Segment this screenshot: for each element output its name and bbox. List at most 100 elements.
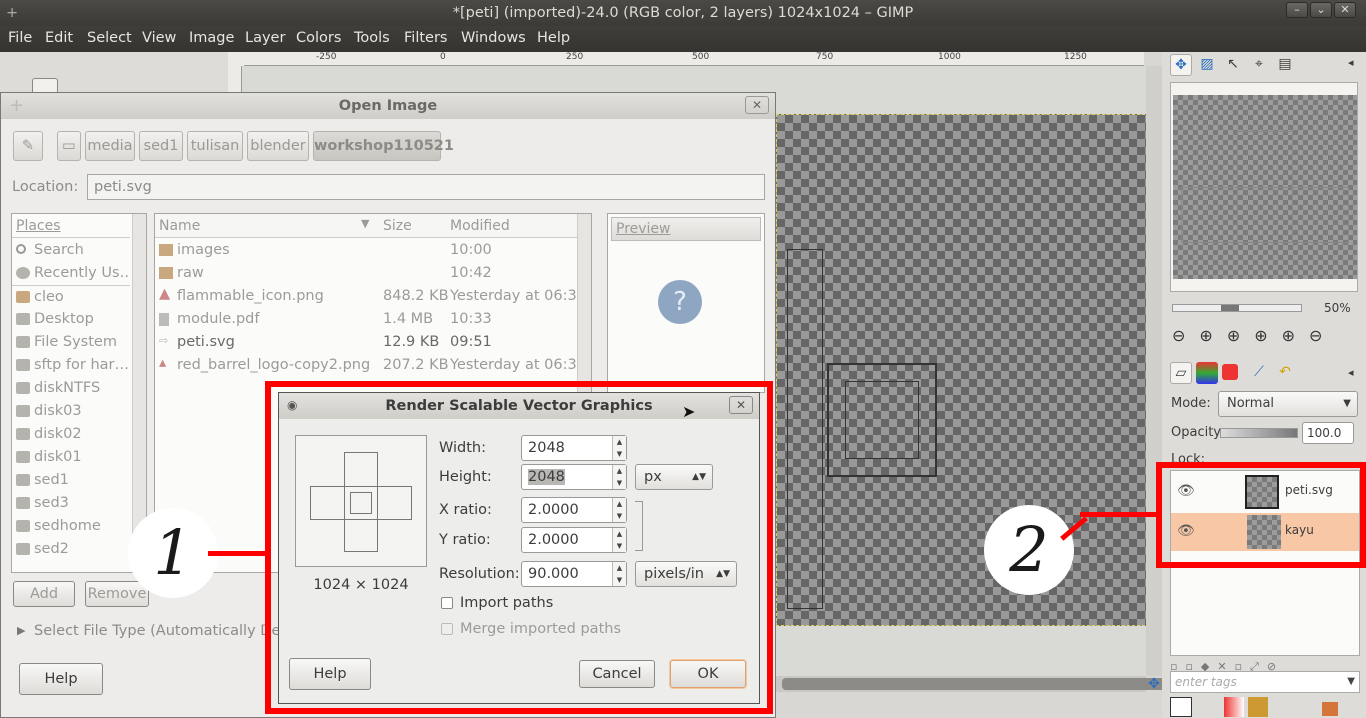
menu-image[interactable]: Image: [189, 30, 234, 46]
menu-windows[interactable]: Windows: [461, 30, 526, 46]
dock-menu-icon[interactable]: ◂: [1348, 366, 1354, 379]
clock-icon: [16, 267, 30, 279]
channels-tab-icon[interactable]: [1196, 362, 1218, 384]
navigate-icon[interactable]: ✥: [1146, 676, 1162, 692]
menu-layer[interactable]: Layer: [245, 30, 285, 46]
pattern-tab-icon[interactable]: [1248, 697, 1268, 717]
place-cleo[interactable]: cleo: [12, 285, 130, 308]
annotation-line: [208, 551, 266, 556]
vertical-scrollbar[interactable]: [1146, 66, 1162, 676]
path-button-tulisan[interactable]: tulisan: [187, 131, 243, 161]
place-filesystem[interactable]: File System: [12, 331, 130, 354]
place-recent[interactable]: Recently Us…: [12, 262, 130, 285]
place-label: sed3: [34, 495, 69, 511]
place-search[interactable]: Search: [12, 239, 130, 262]
file-row[interactable]: ▴ red_barrel_logo-copy2.png 207.2 KB Yester…: [155, 354, 586, 377]
colormap-tab-icon[interactable]: ⟋: [1248, 362, 1270, 384]
file-row[interactable]: images 10:00: [155, 239, 575, 262]
zoom-slider-handle[interactable]: [1221, 305, 1239, 311]
expander-arrow-icon[interactable]: ▶: [17, 624, 25, 637]
column-modified[interactable]: Modified: [450, 218, 510, 234]
place-disk02[interactable]: disk02: [12, 423, 130, 446]
place-sftp[interactable]: sftp for har…: [12, 354, 130, 377]
gradient-tab-icon[interactable]: [1224, 697, 1244, 717]
pointer-tab-icon[interactable]: ↖: [1222, 54, 1244, 76]
file-type-expander[interactable]: Select File Type (Automatically Det: [34, 623, 286, 639]
menu-file[interactable]: File: [8, 30, 32, 46]
close-button[interactable]: ✕: [1334, 2, 1356, 18]
histogram-tab-icon[interactable]: ▨: [1196, 54, 1218, 76]
place-label: sed2: [34, 541, 69, 557]
menu-filters[interactable]: Filters: [404, 30, 447, 46]
opacity-label: Opacity:: [1171, 425, 1225, 440]
menu-select[interactable]: Select: [87, 30, 132, 46]
type-location-button[interactable]: ✎: [13, 131, 43, 161]
ruler-corner[interactable]: [228, 52, 244, 66]
path-button-media[interactable]: media: [85, 131, 135, 161]
folder-icon[interactable]: [1322, 702, 1338, 716]
place-diskntfs[interactable]: diskNTFS: [12, 377, 130, 400]
path-button-blender[interactable]: blender: [247, 131, 309, 161]
menu-colors[interactable]: Colors: [296, 30, 341, 46]
fg-bg-tab-icon[interactable]: [1170, 697, 1192, 717]
column-name[interactable]: Name: [159, 218, 200, 234]
drive-icon: [16, 382, 30, 394]
menu-view[interactable]: View: [142, 30, 176, 46]
maximize-button[interactable]: ⌄: [1310, 2, 1332, 18]
minimize-button[interactable]: –: [1286, 2, 1308, 18]
preview-button[interactable]: Preview: [611, 217, 761, 241]
place-sed1[interactable]: sed1: [12, 469, 130, 492]
document-tab-icon[interactable]: ▤: [1274, 54, 1296, 76]
file-name: flammable_icon.png: [177, 288, 324, 304]
mode-combo[interactable]: Normal ▼: [1218, 391, 1358, 417]
add-button[interactable]: Add: [13, 581, 75, 607]
place-sed2[interactable]: sed2: [12, 538, 130, 561]
file-row[interactable]: ▲ flammable_icon.png 848.2 KB Yesterday at …: [155, 285, 586, 308]
zoom-slider[interactable]: [1172, 304, 1302, 312]
navigator-preview[interactable]: [1173, 95, 1357, 279]
horizontal-ruler: -250 0 250 500 750 1000 1250: [244, 52, 1144, 66]
help-button[interactable]: Help: [19, 663, 103, 695]
annotation-highlight-2: [1156, 462, 1366, 568]
place-sed3[interactable]: sed3: [12, 492, 130, 515]
place-label: sftp for har…: [34, 357, 129, 373]
navigation-tab-icon[interactable]: ✥: [1170, 54, 1192, 76]
file-row[interactable]: module.pdf 1.4 MB 10:33: [155, 308, 575, 331]
place-desktop[interactable]: Desktop: [12, 308, 130, 331]
drive-icon: [16, 543, 30, 555]
location-input[interactable]: peti.svg: [87, 174, 765, 200]
opacity-slider[interactable]: [1220, 428, 1298, 438]
window-menu-icon[interactable]: +: [9, 95, 24, 116]
preview-panel: Preview ?: [607, 213, 765, 393]
file-row[interactable]: raw 10:42: [155, 262, 575, 285]
layers-tab-icon[interactable]: ▱: [1170, 362, 1192, 384]
desktop-icon: [16, 313, 30, 325]
menu-tools[interactable]: Tools: [354, 30, 390, 46]
path-button-sed1[interactable]: sed1: [139, 131, 183, 161]
opacity-spinbutton[interactable]: 100.0: [1302, 422, 1354, 444]
place-disk03[interactable]: disk03: [12, 400, 130, 423]
dock-menu-icon[interactable]: ◂: [1348, 56, 1354, 69]
column-size[interactable]: Size: [383, 218, 412, 234]
zoom-buttons[interactable]: ⊖⊕⊕⊕⊕⊖: [1172, 326, 1356, 348]
file-modified: 10:33: [450, 311, 492, 327]
remove-button[interactable]: Remove: [85, 581, 149, 607]
close-icon[interactable]: ✕: [745, 96, 769, 114]
file-size: 1.4 MB: [383, 311, 434, 327]
path-left-button[interactable]: ▭: [57, 131, 81, 161]
window-menu-icon[interactable]: +: [6, 0, 18, 26]
place-sedhome[interactable]: sedhome: [12, 515, 130, 538]
places-header[interactable]: Places: [12, 214, 130, 238]
file-row-selected[interactable]: ⇨ peti.svg 12.9 KB 09:51: [155, 331, 575, 354]
menu-edit[interactable]: Edit: [45, 30, 73, 46]
tags-input[interactable]: enter tags ▼: [1170, 671, 1360, 693]
place-disk01[interactable]: disk01: [12, 446, 130, 469]
menu-help[interactable]: Help: [537, 30, 570, 46]
sample-points-tab-icon[interactable]: ⌖: [1248, 54, 1270, 76]
chevron-down-icon[interactable]: ▼: [1347, 672, 1355, 692]
image-canvas[interactable]: [776, 114, 1150, 626]
path-button-workshop[interactable]: workshop110521: [313, 131, 454, 161]
ruler-label: 0: [440, 52, 446, 62]
paths-tab-icon[interactable]: [1222, 364, 1238, 380]
undo-history-tab-icon[interactable]: ↶: [1274, 362, 1296, 384]
